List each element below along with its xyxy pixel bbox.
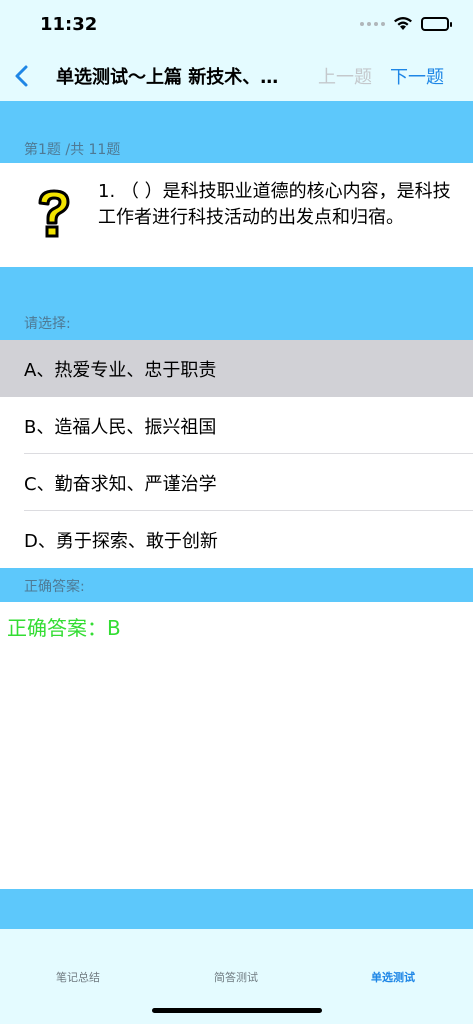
wifi-icon	[394, 17, 412, 30]
screen: 11:32 单选测试～上篇 新技术、… 上一题 下一题 第1题 /共 11题 1…	[0, 0, 473, 1024]
navigation-bar: 单选测试～上篇 新技术、… 上一题 下一题	[0, 52, 473, 100]
status-time: 11:32	[40, 14, 98, 35]
answer-header-band: 正确答案:	[0, 568, 473, 602]
bottom-band	[0, 889, 473, 929]
signal-icon	[360, 21, 385, 26]
next-question-button[interactable]: 下一题	[390, 63, 444, 89]
tab-single-choice-test[interactable]: 单选测试	[333, 969, 453, 985]
previous-question-button[interactable]: 上一题	[318, 63, 372, 89]
tab-short-answer-test[interactable]: 简答测试	[176, 969, 296, 985]
home-indicator	[152, 1008, 322, 1013]
page-title: 单选测试～上篇 新技术、…	[56, 67, 279, 88]
options-header: 请选择:	[24, 316, 71, 332]
tab-notes-summary[interactable]: 笔记总结	[18, 969, 138, 985]
status-icons	[360, 16, 452, 31]
option-a[interactable]: A、热爱专业、忠于职责	[0, 340, 473, 397]
battery-icon	[421, 16, 452, 31]
top-bar: 11:32 单选测试～上篇 新技术、… 上一题 下一题	[0, 0, 473, 101]
question-mark-icon	[38, 189, 70, 238]
question-progress: 第1题 /共 11题	[24, 142, 121, 158]
option-d[interactable]: D、勇于探索、敢于创新	[0, 511, 473, 568]
options-header-band: 请选择:	[0, 267, 473, 340]
option-b[interactable]: B、造福人民、振兴祖国	[0, 397, 473, 454]
question-card: 1. （ ）是科技职业道德的核心内容，是科技工作者进行科技活动的出发点和归宿。	[0, 163, 473, 267]
progress-band: 第1题 /共 11题	[0, 101, 473, 163]
question-text: 1. （ ）是科技职业道德的核心内容，是科技工作者进行科技活动的出发点和归宿。	[98, 181, 451, 228]
answer-header: 正确答案:	[24, 579, 85, 595]
correct-answer-text: 正确答案：B	[7, 616, 121, 640]
option-c[interactable]: C、勤奋求知、严谨治学	[0, 454, 473, 511]
back-chevron-icon[interactable]	[12, 64, 32, 88]
